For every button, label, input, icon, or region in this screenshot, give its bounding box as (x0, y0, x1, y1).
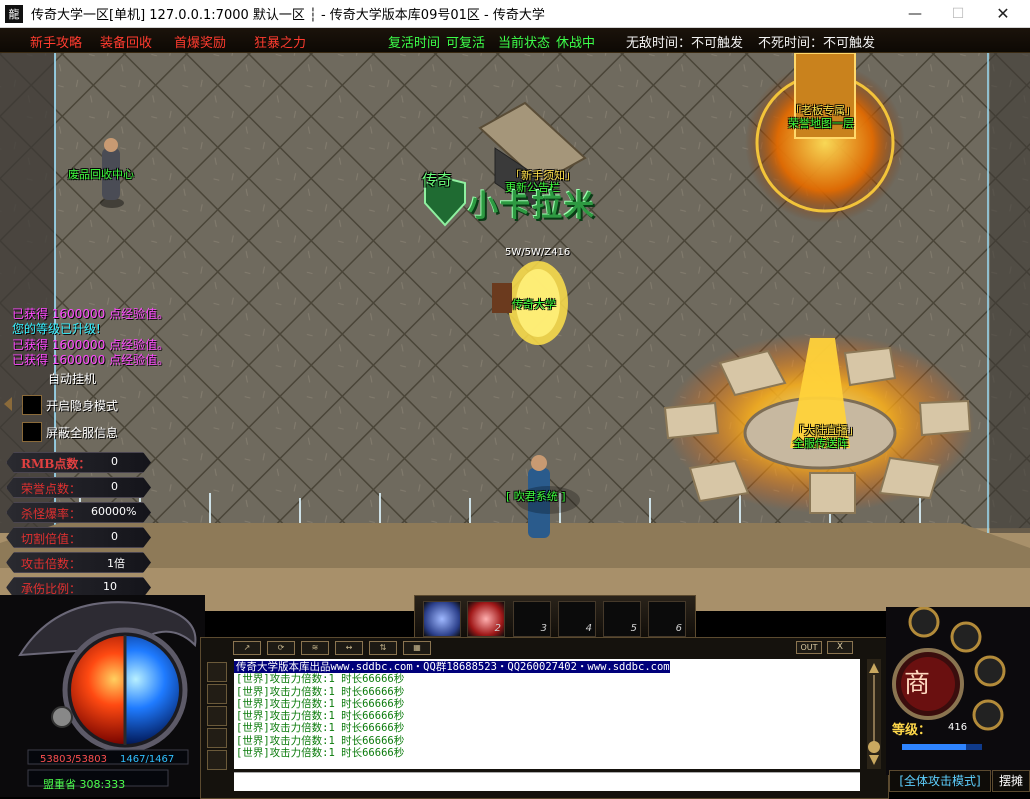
maximize-button[interactable]: ☐ (935, 0, 981, 27)
stall-button[interactable]: 摆摊 (992, 770, 1030, 792)
chat-tool-button[interactable]: ⟳ (267, 641, 295, 655)
system-message: 已获得 1600000 点经验值。 (12, 353, 170, 367)
stat-value: 0 (111, 455, 118, 468)
chat-side-button[interactable] (207, 706, 227, 726)
skill-slot-5[interactable]: 5 (603, 601, 641, 637)
npc-teleport-subtitle[interactable]: 全服传送阵 (793, 435, 848, 451)
chat-side-button[interactable] (207, 662, 227, 682)
mp-value: 1467/1467 (120, 754, 175, 765)
invincible-time: 无敌时间：不可触发 (626, 36, 744, 51)
chat-line: [世界]攻击力倍数:1 时长66666秒 (236, 685, 405, 698)
stat-label: 攻击倍数： (21, 557, 82, 571)
chat-line: 传奇大学版本库出品www.sddbc.com・QQ群18688523・QQ260… (234, 661, 670, 674)
chat-log[interactable]: 传奇大学版本库出品www.sddbc.com・QQ群18688523・QQ260… (234, 659, 860, 769)
chat-tool-button[interactable]: ⇅ (369, 641, 397, 655)
block-info-checkbox[interactable] (22, 422, 42, 442)
chat-line: [世界]攻击力倍数:1 时长66666秒 (236, 734, 405, 747)
game-world[interactable]: 废品回收中心 「新手须知」 更新公告栏 传奇 小卡拉米 「老板专属」 荣誉地图一… (0, 53, 1030, 611)
revive-status: 可复活 (446, 36, 486, 51)
scroll-up-icon[interactable] (869, 663, 879, 673)
chat-toolbar: ↗ ⟳ ≋ ↔ ⇅ ▦ (233, 641, 431, 655)
level-label: 等级： (892, 723, 932, 738)
menu-newbie-guide[interactable]: 新手攻略 (30, 32, 82, 51)
window-titlebar: 龍 传奇大学一区[单机] 127.0.0.1:7000 默认一区 ┆ - 传奇大… (0, 0, 1030, 28)
attack-mode-button[interactable]: [全体攻击模式] (889, 770, 991, 792)
skill-slot-6[interactable]: 6 (648, 601, 686, 637)
stat-label: 杀怪爆率： (21, 507, 82, 521)
scroll-thumb[interactable] (868, 741, 880, 753)
chat-tool-button[interactable]: ▦ (403, 641, 431, 655)
player-title: 5W/5W/Z416 (505, 247, 571, 258)
option-label: 屏蔽全服信息 (46, 425, 119, 440)
chat-panel: ↗ ⟳ ≋ ↔ ⇅ ▦ OUT X 传奇大学版本库出品www.sddbc.com… (200, 637, 889, 799)
npc-warrior[interactable]: [ 吹君系统 ] (506, 488, 566, 504)
chat-line: [世界]攻击力倍数:1 时长66666秒 (236, 722, 405, 735)
chat-scrollbar[interactable] (867, 659, 881, 769)
chat-tool-button[interactable]: ↗ (233, 641, 261, 655)
shop-button[interactable]: 商 (904, 663, 930, 700)
chat-line: [世界]攻击力倍数:1 时长66666秒 (236, 747, 405, 760)
chat-tool-button[interactable]: ↔ (335, 641, 363, 655)
menu-first-drop-reward[interactable]: 首爆奖励 (174, 32, 226, 51)
stat-honor: 荣誉点数： 0 (6, 477, 151, 498)
minimize-button[interactable]: — (892, 0, 938, 27)
bottom-hud: 53803/53803 1467/1467 盟重省 308:333 2 3 4 … (0, 595, 1030, 799)
stat-value: 10 (103, 580, 117, 593)
chat-line: [世界]攻击力倍数:1 时长66666秒 (236, 697, 405, 710)
player-name[interactable]: 传奇大学 (512, 296, 556, 312)
map-location: 盟重省 308:333 (43, 778, 126, 791)
stat-label: 荣誉点数： (21, 482, 82, 496)
window-title: 传奇大学一区[单机] 127.0.0.1:7000 默认一区 ┆ - 传奇大学版… (31, 8, 545, 23)
option-block-server-info[interactable]: 屏蔽全服信息 (22, 422, 118, 442)
app-icon: 龍 (5, 4, 23, 23)
chat-input[interactable] (234, 772, 860, 791)
collapse-arrow-icon[interactable] (4, 397, 12, 411)
chat-side-button[interactable] (207, 750, 227, 770)
menu-berserk-power[interactable]: 狂暴之力 (254, 32, 306, 51)
immortal-time: 不死时间：不可触发 (758, 36, 876, 51)
menu-equipment-recycle[interactable]: 装备回收 (100, 32, 152, 51)
hp-mp-orb (0, 595, 205, 797)
option-label: 开启隐身模式 (46, 398, 119, 413)
npc-recycle-center[interactable]: 废品回收中心 (68, 166, 134, 182)
revive-time-label: 复活时间 (388, 36, 441, 51)
skill-slot-3[interactable]: 3 (513, 601, 551, 637)
stat-value: 60000% (91, 505, 137, 518)
skill-slot-2[interactable]: 2 (467, 601, 505, 637)
skill-slot-1[interactable] (423, 601, 461, 637)
level-value: 416 (948, 722, 968, 733)
combat-state: 休战中 (556, 36, 596, 51)
chat-side-button[interactable] (207, 728, 227, 748)
current-state-label: 当前状态 (498, 36, 551, 51)
chat-close-button[interactable]: X (827, 641, 853, 654)
stealth-checkbox[interactable] (22, 395, 42, 415)
hp-value: 53803/53803 (40, 754, 107, 765)
watermark-prefix: 传奇 (422, 171, 453, 189)
chat-tool-button[interactable]: ≋ (301, 641, 329, 655)
scroll-down-icon[interactable] (869, 755, 879, 765)
auto-hangup-label[interactable]: 自动挂机 (48, 370, 96, 387)
stat-value: 0 (111, 480, 118, 493)
npc-boss-subtitle[interactable]: 荣誉地图一层 (788, 115, 854, 131)
system-message: 您的等级已升级! (12, 322, 101, 336)
skill-bar: 2 3 4 5 6 (414, 595, 696, 641)
watermark-logo: 小卡拉米 (468, 189, 596, 224)
option-stealth-mode[interactable]: 开启隐身模式 (22, 395, 118, 415)
stat-label: RMB点数： (21, 457, 91, 471)
stat-label: 切割倍值： (21, 532, 82, 546)
chat-side-button[interactable] (207, 684, 227, 704)
stat-attack-multiplier: 攻击倍数： 1倍 (6, 552, 151, 573)
stat-cut: 切割倍值： 0 (6, 527, 151, 548)
world-floor (0, 53, 1030, 611)
stat-drop-rate: 杀怪爆率： 60000% (6, 502, 151, 523)
top-menu-bar: 新手攻略 装备回收 首爆奖励 狂暴之力 复活时间 可复活 当前状态 休战中 无敌… (0, 28, 1030, 53)
stat-value: 1倍 (107, 557, 125, 570)
close-button[interactable]: ✕ (980, 0, 1026, 27)
stat-rmb: RMB点数： 0 (6, 452, 151, 473)
skill-slot-4[interactable]: 4 (558, 601, 596, 637)
chat-out-button[interactable]: OUT (796, 641, 822, 654)
stat-value: 0 (111, 530, 118, 543)
chat-line: [世界]攻击力倍数:1 时长66666秒 (236, 710, 405, 723)
chat-line: [世界]攻击力倍数:1 时长66666秒 (236, 673, 405, 686)
